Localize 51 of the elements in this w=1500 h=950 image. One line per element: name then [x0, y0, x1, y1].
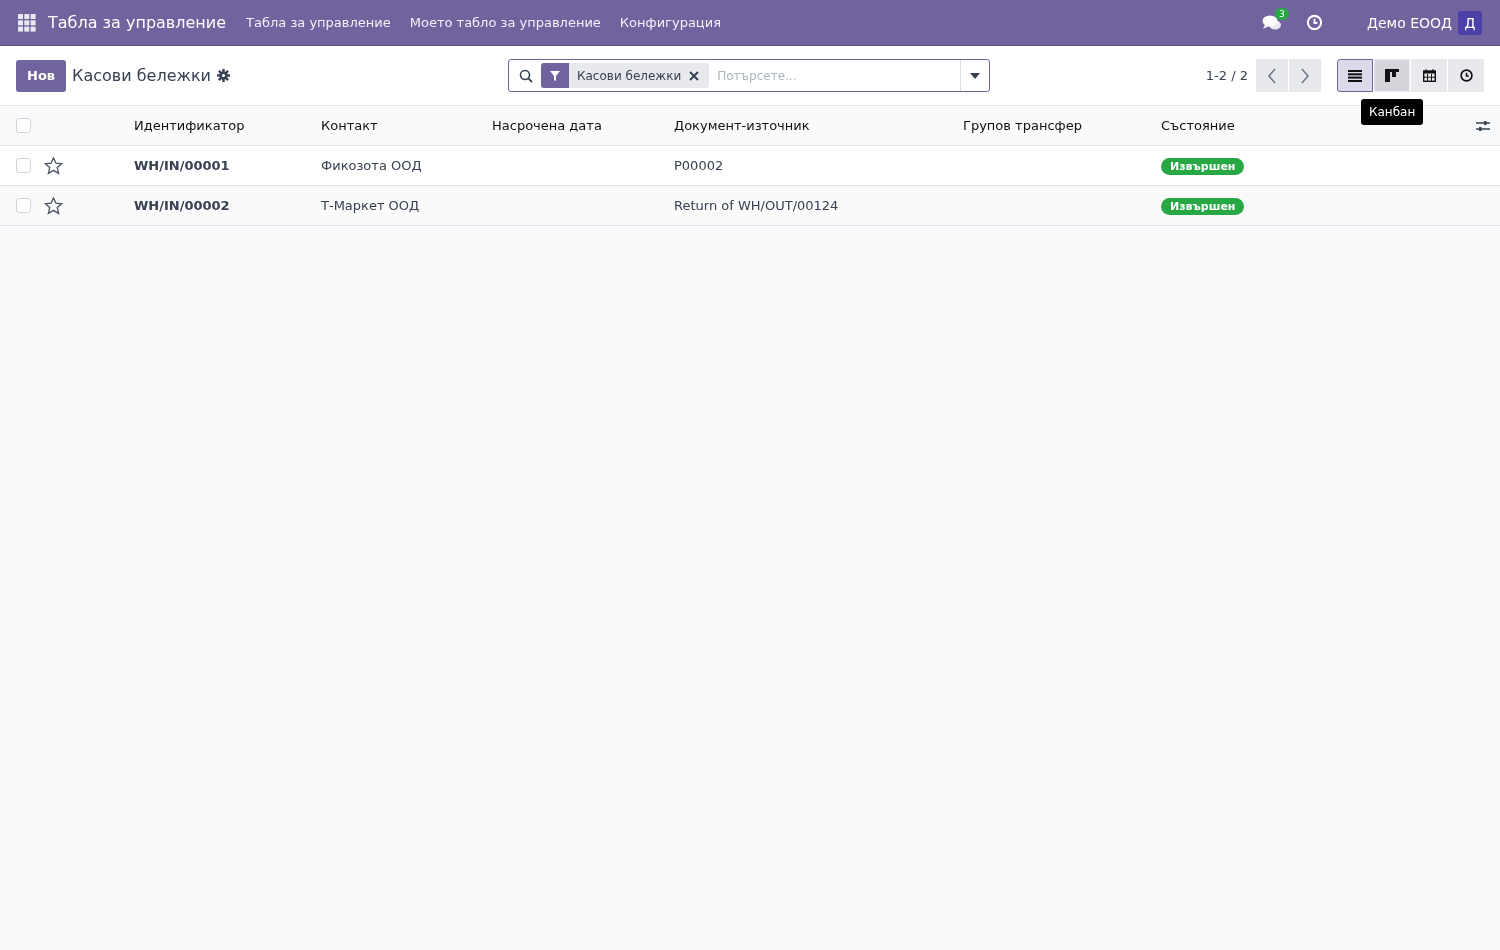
new-button[interactable]: Нов	[16, 59, 67, 92]
pager-value[interactable]: 1-2 / 2	[1205, 68, 1248, 83]
menu-item[interactable]: Конфигурация	[619, 15, 721, 30]
row-checkbox[interactable]	[16, 158, 31, 173]
user-avatar[interactable]: Д	[1458, 10, 1482, 35]
company-name[interactable]: Демо ЕООД	[1367, 14, 1452, 31]
status-badge: Извършен	[1161, 158, 1245, 175]
activity-view-button[interactable]	[1448, 59, 1484, 92]
search-field[interactable]: Касови бележки Потърсете...	[508, 59, 990, 92]
column-header[interactable]: Документ-източник	[674, 118, 810, 133]
apps-grid-icon[interactable]	[18, 13, 36, 32]
table-cell: Фикозота ООД	[321, 158, 422, 173]
star-icon[interactable]	[44, 156, 63, 175]
facet-label: Касови бележки	[576, 68, 683, 83]
table-cell: WH/IN/00001	[134, 158, 230, 173]
list-icon[interactable]	[1348, 69, 1362, 82]
calendar-icon[interactable]	[1422, 69, 1436, 82]
chevron-right-icon[interactable]	[1300, 67, 1310, 84]
table-cell: WH/IN/00002	[134, 198, 230, 213]
column-header[interactable]: Идентификатор	[134, 118, 245, 133]
column-header[interactable]: Контакт	[321, 118, 378, 133]
message-count-badge: 3	[1275, 7, 1289, 20]
list-view-button[interactable]	[1337, 59, 1373, 92]
table-cell: P00002	[674, 158, 724, 173]
star-icon[interactable]	[44, 196, 63, 215]
tooltip: Канбан	[1361, 99, 1424, 125]
close-icon[interactable]	[689, 70, 700, 81]
next-button[interactable]	[1289, 59, 1321, 92]
app-title-link[interactable]: Табла за управление	[48, 13, 227, 32]
calendar-view-button[interactable]	[1411, 59, 1447, 92]
filter-icon	[541, 63, 569, 88]
row-checkbox[interactable]	[16, 198, 31, 213]
column-header[interactable]: Състояние	[1161, 118, 1235, 133]
search-icon[interactable]	[519, 68, 533, 83]
kanban-icon[interactable]	[1385, 69, 1399, 82]
gear-icon[interactable]	[216, 69, 230, 82]
column-header[interactable]: Насрочена дата	[492, 118, 602, 133]
chevron-left-icon[interactable]	[1267, 67, 1277, 84]
page-title: Касови бележки	[72, 66, 211, 85]
status-badge: Извършен	[1161, 198, 1245, 215]
table-cell: Return of WH/OUT/00124	[674, 198, 839, 213]
menu-item[interactable]: Табла за управление	[246, 15, 391, 30]
select-all-checkbox[interactable]	[16, 118, 31, 133]
kanban-view-button[interactable]	[1374, 59, 1410, 92]
table-cell: Т-Маркет ООД	[321, 198, 420, 213]
previous-button[interactable]	[1256, 59, 1288, 92]
clock-icon[interactable]	[1459, 69, 1473, 82]
menu-item[interactable]: Моето табло за управление	[409, 15, 601, 30]
sliders-icon[interactable]	[1476, 118, 1490, 133]
column-header[interactable]: Групов трансфер	[963, 118, 1082, 133]
caret-icon[interactable]	[970, 72, 980, 79]
